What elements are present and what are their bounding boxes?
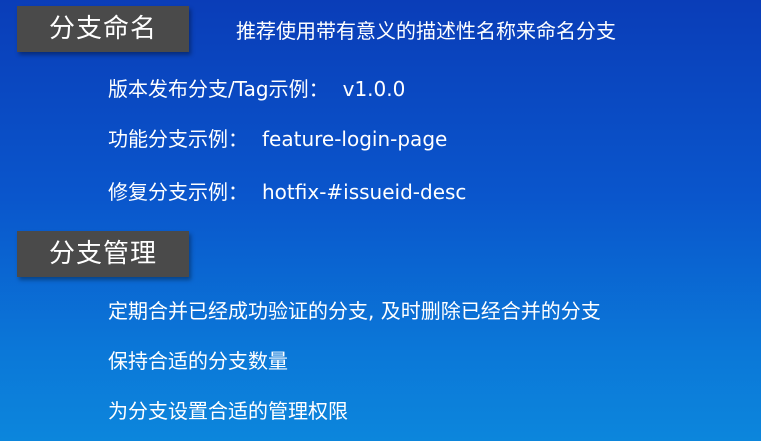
slide: 分支命名 推荐使用带有意义的描述性名称来命名分支 版本发布分支/Tag示例： v1… xyxy=(0,0,761,441)
section-label-branch-management: 分支管理 xyxy=(17,231,189,277)
example-feature-value: feature-login-page xyxy=(262,127,448,151)
example-release-branch: 版本发布分支/Tag示例： v1.0.0 xyxy=(108,74,405,104)
naming-subtitle: 推荐使用带有意义的描述性名称来命名分支 xyxy=(236,19,616,43)
example-release-value: v1.0.0 xyxy=(342,77,406,101)
example-feature-label: 功能分支示例： xyxy=(108,127,248,151)
example-hotfix-label: 修复分支示例： xyxy=(108,180,248,204)
section-label-branch-naming: 分支命名 xyxy=(17,6,189,52)
example-hotfix-branch: 修复分支示例： hotfix-#issueid-desc xyxy=(108,177,466,207)
management-item-merge-cleanup: 定期合并已经成功验证的分支, 及时删除已经合并的分支 xyxy=(108,299,601,323)
example-hotfix-value: hotfix-#issueid-desc xyxy=(262,180,467,204)
example-feature-branch: 功能分支示例： feature-login-page xyxy=(108,124,447,154)
management-item-branch-count: 保持合适的分支数量 xyxy=(108,349,288,373)
example-release-label: 版本发布分支/Tag示例： xyxy=(108,77,329,101)
management-item-permissions: 为分支设置合适的管理权限 xyxy=(108,399,348,423)
